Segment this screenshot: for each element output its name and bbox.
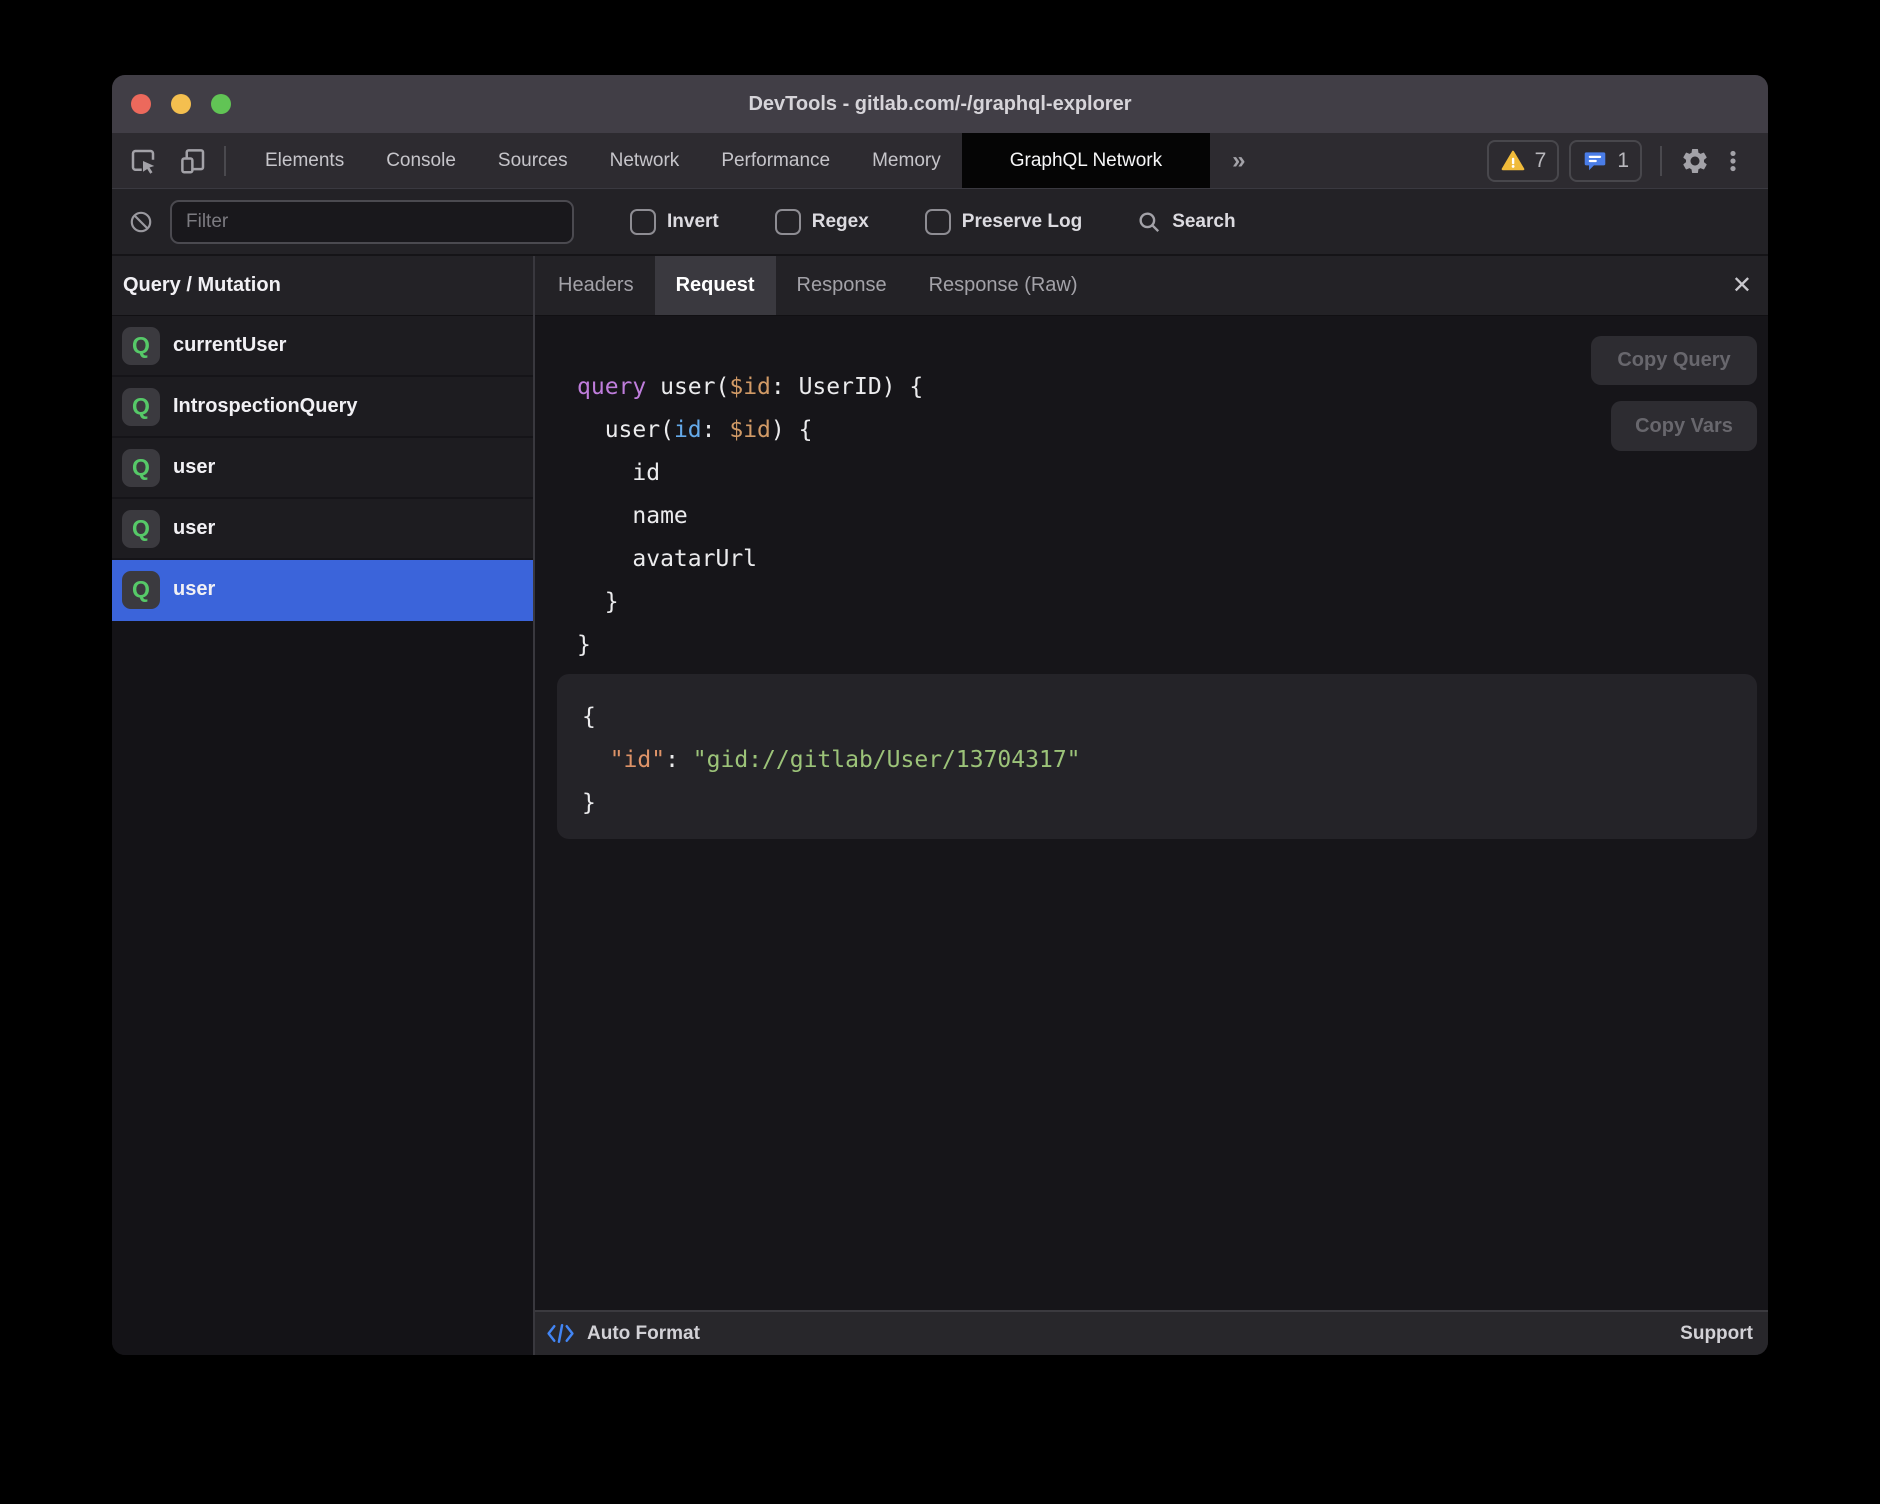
footer-bar: Auto Format Support [535,1310,1768,1355]
query-type-badge: Q [122,510,160,548]
message-icon [1582,148,1608,174]
query-label: user [173,456,215,479]
tab-headers[interactable]: Headers [537,256,655,315]
toolbar-left-icons [112,133,208,188]
query-label: user [173,578,215,601]
search-label: Search [1172,211,1235,233]
query-sidebar: Query / Mutation QcurrentUserQIntrospect… [112,256,533,1355]
copy-vars-button[interactable]: Copy Vars [1611,401,1757,451]
tab-response[interactable]: Response [776,256,908,315]
checkbox-box[interactable] [925,209,951,235]
query-label: IntrospectionQuery [173,395,357,418]
checkbox-invert[interactable]: Invert [630,209,719,235]
checkbox-label: Preserve Log [962,211,1082,233]
block-icon[interactable] [128,209,154,235]
filter-checkboxes: Invert Regex Preserve Log [574,209,1082,235]
tool-tab-performance[interactable]: Performance [700,133,851,188]
warnings-badge[interactable]: 7 [1487,140,1560,182]
detail-tabs: HeadersRequestResponseResponse (Raw) [537,256,1099,315]
close-window-button[interactable] [131,94,151,114]
variables-box: { "id": "gid://gitlab/User/13704317"} [557,674,1757,839]
window-title: DevTools - gitlab.com/-/graphql-explorer [748,93,1131,116]
tool-tab-graphql-network[interactable]: GraphQL Network [962,133,1210,188]
inspect-element-icon[interactable] [128,146,158,176]
devtools-window: DevTools - gitlab.com/-/graphql-explorer [112,75,1768,1355]
query-type-badge: Q [122,449,160,487]
issues-badge[interactable]: 1 [1569,140,1642,182]
checkbox-label: Invert [667,211,719,233]
checkbox-box[interactable] [630,209,656,235]
title-bar[interactable]: DevTools - gitlab.com/-/graphql-explorer [112,75,1768,133]
toolbar-right: 7 1 [1487,133,1768,188]
sidebar-header: Query / Mutation [112,256,533,316]
query-type-badge: Q [122,388,160,426]
tool-tab-elements[interactable]: Elements [244,133,365,188]
more-tabs-button[interactable]: » [1210,133,1267,188]
warning-icon [1500,148,1526,174]
request-pane: query user($id: UserID) { user(id: $id) … [535,316,1768,1310]
settings-gear-icon[interactable] [1680,146,1710,176]
traffic-lights [131,94,231,114]
search-toggle[interactable]: Search [1136,209,1235,235]
more-options-icon[interactable] [1720,148,1746,174]
query-label: user [173,517,215,540]
toolbar-divider [224,146,226,176]
query-list-item[interactable]: Quser [112,438,533,499]
zoom-window-button[interactable] [211,94,231,114]
auto-format-icon[interactable] [546,1322,575,1345]
checkbox-preserve-log[interactable]: Preserve Log [925,209,1082,235]
checkbox-box[interactable] [775,209,801,235]
query-list: QcurrentUserQIntrospectionQueryQuserQuse… [112,316,533,621]
query-list-item[interactable]: Q IntrospectionQuery [112,377,533,438]
detail-tabs-bar: HeadersRequestResponseResponse (Raw) ✕ [535,256,1768,316]
checkbox-regex[interactable]: Regex [775,209,869,235]
filter-bar: Invert Regex Preserve Log Search [112,189,1768,256]
close-panel-button[interactable]: ✕ [1732,256,1752,315]
tool-tab-memory[interactable]: Memory [851,133,962,188]
warning-count: 7 [1535,149,1547,173]
search-icon [1136,209,1162,235]
tab-request[interactable]: Request [655,256,776,315]
query-list-item[interactable]: Quser [112,499,533,560]
query-type-badge: Q [122,327,160,365]
detail-pane: HeadersRequestResponseResponse (Raw) ✕ q… [535,256,1768,1355]
variables-code: { "id": "gid://gitlab/User/13704317"} [582,696,1757,825]
filter-input[interactable] [170,200,574,244]
message-count: 1 [1617,149,1629,173]
copy-query-button[interactable]: Copy Query [1591,336,1757,385]
minimize-window-button[interactable] [171,94,191,114]
query-list-item[interactable]: QcurrentUser [112,316,533,377]
device-toolbar-icon[interactable] [178,146,208,176]
query-type-badge: Q [122,571,160,609]
support-link[interactable]: Support [1680,1323,1753,1345]
query-list-item[interactable]: Quser [112,560,533,621]
toolbar-right-divider [1660,146,1662,176]
tab-response-raw[interactable]: Response (Raw) [908,256,1099,315]
query-code: query user($id: UserID) { user(id: $id) … [577,366,1768,667]
tool-tab-sources[interactable]: Sources [477,133,589,188]
query-label: currentUser [173,334,286,357]
desktop: DevTools - gitlab.com/-/graphql-explorer [0,0,1880,1504]
devtools-toolbar: ElementsConsoleSourcesNetworkPerformance… [112,133,1768,189]
tool-tab-network[interactable]: Network [589,133,701,188]
tool-tab-console[interactable]: Console [365,133,477,188]
checkbox-label: Regex [812,211,869,233]
tool-tabs: ElementsConsoleSourcesNetworkPerformance… [244,133,1210,188]
auto-format-button[interactable]: Auto Format [587,1323,700,1345]
main-content: Query / Mutation QcurrentUserQIntrospect… [112,256,1768,1355]
